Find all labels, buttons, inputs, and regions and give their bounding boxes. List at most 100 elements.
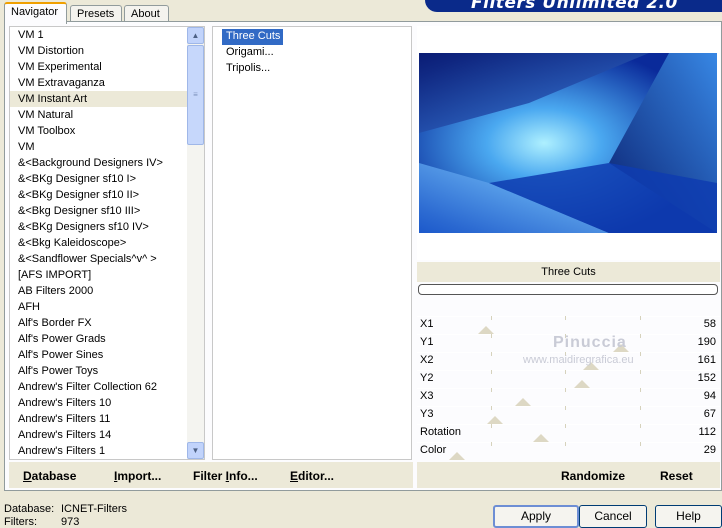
category-item[interactable]: Alf's Power Sines: [10, 347, 188, 363]
category-item[interactable]: &<Sandflower Specials^v^ >: [10, 251, 188, 267]
slider-track[interactable]: [417, 352, 720, 353]
slider-tick: [491, 316, 492, 320]
tab-navigator[interactable]: Navigator: [4, 2, 67, 24]
reset-button[interactable]: Reset: [660, 469, 693, 483]
slider-tick: [565, 406, 566, 410]
category-item[interactable]: &<BKg Designer sf10 II>: [10, 187, 188, 203]
slider-thumb[interactable]: [515, 398, 531, 406]
status-filters-label: Filters:: [4, 516, 37, 528]
filter-info-button[interactable]: Filter Info...: [193, 469, 258, 483]
slider-track[interactable]: [417, 424, 720, 425]
slider-track[interactable]: [417, 370, 720, 371]
app-banner: Filters Unlimited 2.0: [425, 0, 722, 12]
filter-list[interactable]: Three Cuts Origami... Tripolis...: [212, 26, 412, 460]
category-item[interactable]: Andrew's Filters 10: [10, 395, 188, 411]
category-item[interactable]: Alf's Power Toys: [10, 363, 188, 379]
status-filters: Filters: 973: [4, 516, 79, 528]
category-scrollbar[interactable]: ▲ ≡ ▼: [187, 27, 204, 459]
parameter-label: X3: [420, 390, 434, 402]
apply-button[interactable]: Apply: [493, 505, 579, 528]
category-item[interactable]: VM Extravaganza: [10, 75, 188, 91]
category-item[interactable]: Andrew's Filters 1: [10, 443, 188, 459]
category-item[interactable]: VM 1: [10, 27, 188, 43]
parameter-row[interactable]: Rotation 112: [417, 424, 720, 442]
help-button[interactable]: Help: [655, 505, 722, 528]
category-item[interactable]: AFH: [10, 299, 188, 315]
category-item[interactable]: &<BKg Designer sf10 I>: [10, 171, 188, 187]
parameter-value: 190: [697, 336, 716, 348]
slider-tick: [640, 442, 641, 446]
category-item[interactable]: &<Background Designers IV>: [10, 155, 188, 171]
filter-item[interactable]: Origami...: [222, 45, 411, 61]
category-item[interactable]: AB Filters 2000: [10, 283, 188, 299]
category-item[interactable]: Alf's Power Grads: [10, 331, 188, 347]
filter-item[interactable]: Three Cuts: [222, 29, 283, 45]
scroll-down-button[interactable]: ▼: [187, 442, 204, 459]
parameter-value: 67: [703, 408, 716, 420]
watermark-name: Pinuccia: [553, 334, 627, 351]
scroll-up-button[interactable]: ▲: [187, 27, 204, 44]
slider-tick: [565, 388, 566, 392]
category-item[interactable]: Andrew's Filter Collection 62: [10, 379, 188, 395]
parameter-row[interactable]: X1 58: [417, 316, 720, 334]
category-list-items: VM 1 VM Distortion VM Experimental VM Extra…: [10, 27, 188, 459]
category-item[interactable]: VM Natural: [10, 107, 188, 123]
status-database: Database: ICNET-Filters: [4, 503, 127, 515]
category-item[interactable]: Alf's Border FX: [10, 315, 188, 331]
slider-tick: [640, 388, 641, 392]
slider-tick: [565, 316, 566, 320]
slider-tick: [491, 352, 492, 356]
category-item[interactable]: [AFS IMPORT]: [10, 267, 188, 283]
category-item[interactable]: &<Bkg Designer sf10 III>: [10, 203, 188, 219]
parameter-value: 29: [703, 444, 716, 456]
watermark-url: www.maidiregrafica.eu: [523, 354, 634, 366]
editor-button[interactable]: Editor...: [290, 469, 334, 483]
slider-tick: [640, 370, 641, 374]
slider-tick: [491, 388, 492, 392]
slider-tick: [491, 442, 492, 446]
category-item[interactable]: &<BKg Designers sf10 IV>: [10, 219, 188, 235]
current-filter-name: Three Cuts: [417, 262, 720, 282]
slider-tick: [491, 424, 492, 428]
cancel-button[interactable]: Cancel: [579, 505, 647, 528]
slider-thumb[interactable]: [533, 434, 549, 442]
category-list[interactable]: VM 1 VM Distortion VM Experimental VM Extra…: [9, 26, 205, 460]
slider-tick: [565, 442, 566, 446]
slider-track[interactable]: [417, 442, 720, 443]
import-button[interactable]: Import...: [114, 469, 161, 483]
parameter-label: Y2: [420, 372, 434, 384]
category-item[interactable]: Andrew's Filters 14: [10, 427, 188, 443]
slider-thumb[interactable]: [574, 380, 590, 388]
slider-tick: [640, 424, 641, 428]
slider-tick: [640, 334, 641, 338]
parameter-label: X2: [420, 354, 434, 366]
slider-thumb[interactable]: [487, 416, 503, 424]
slider-thumb[interactable]: [449, 452, 465, 460]
category-item[interactable]: VM Experimental: [10, 59, 188, 75]
parameter-value: 58: [703, 318, 716, 330]
parameter-row[interactable]: Y2 152: [417, 370, 720, 388]
randomize-button[interactable]: Randomize: [561, 469, 625, 483]
parameter-value: 161: [697, 354, 716, 366]
category-item[interactable]: &<Bkg Kaleidoscope>: [10, 235, 188, 251]
parameter-row[interactable]: X3 94: [417, 388, 720, 406]
category-item[interactable]: VM Instant Art: [10, 91, 188, 107]
filter-item[interactable]: Tripolis...: [222, 61, 411, 77]
category-item[interactable]: VM Toolbox: [10, 123, 188, 139]
slider-thumb[interactable]: [478, 326, 494, 334]
slider-tick: [640, 316, 641, 320]
category-item[interactable]: VM Distortion: [10, 43, 188, 59]
parameter-row[interactable]: Color 29: [417, 442, 720, 460]
category-item[interactable]: Andrew's Filters 11: [10, 411, 188, 427]
slider-track[interactable]: [417, 388, 720, 389]
parameter-value: 112: [698, 426, 716, 438]
category-item[interactable]: VM: [10, 139, 188, 155]
slider-track[interactable]: [417, 316, 720, 317]
slider-tick: [640, 406, 641, 410]
scroll-thumb[interactable]: ≡: [187, 45, 204, 145]
slider-track[interactable]: [417, 406, 720, 407]
filter-list-items: Three Cuts Origami... Tripolis...: [213, 27, 411, 77]
database-button[interactable]: Database: [23, 469, 76, 483]
parameter-label: Y3: [420, 408, 434, 420]
parameter-row[interactable]: Y3 67: [417, 406, 720, 424]
